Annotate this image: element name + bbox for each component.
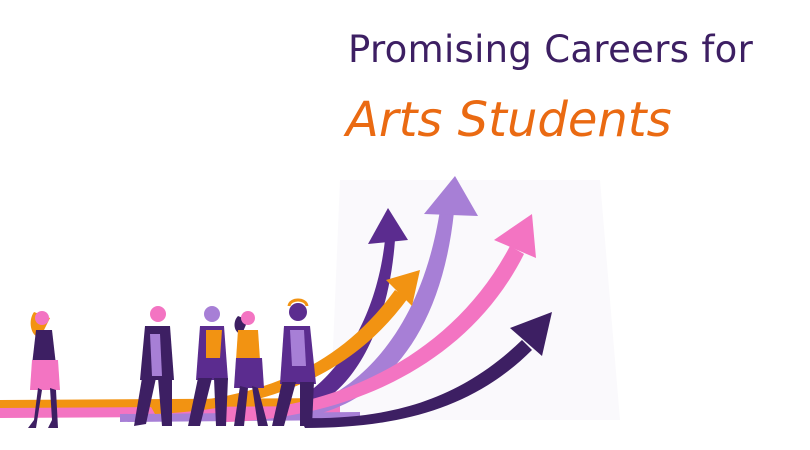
- growth-arrows-illustration: [0, 176, 620, 428]
- career-banner: Promising Careers for Arts Students: [0, 0, 810, 450]
